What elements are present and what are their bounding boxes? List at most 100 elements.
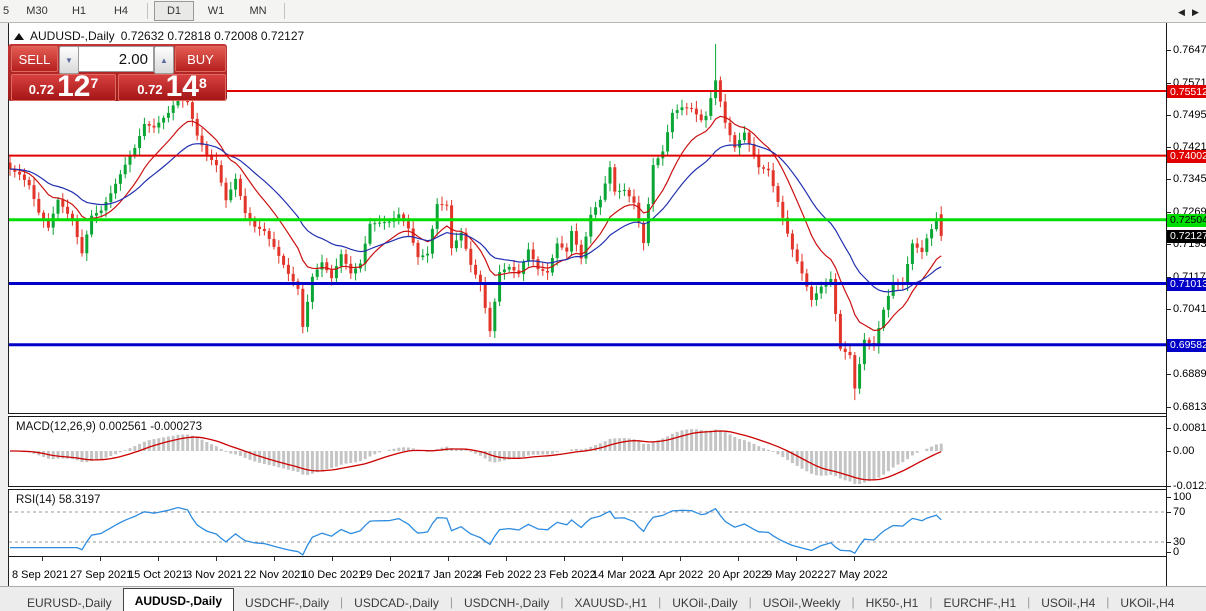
tab-scroll-right-icon[interactable]: ▶ [1189, 5, 1202, 20]
tab-hk50-h1[interactable]: HK50-,H1 [855, 593, 930, 611]
price-level-box: 0.74002 [1167, 150, 1206, 163]
toolbar-separator [147, 3, 148, 19]
rsi-indicator-chart[interactable] [9, 490, 1166, 556]
date-tick [738, 557, 739, 561]
price-tick [1167, 374, 1171, 375]
price-tick [1167, 179, 1171, 180]
buy-price-big: 14 [166, 74, 199, 100]
tab-usdchf-daily[interactable]: USDCHF-,Daily [234, 593, 340, 611]
tab-ukoil-h4[interactable]: UKOil-,H4 [1109, 593, 1185, 611]
buy-price-display[interactable]: 0.72 14 8 [118, 74, 226, 101]
timeframe-button-h4[interactable]: H4 [101, 1, 141, 21]
price-tick-label: 0.74950 [1173, 109, 1206, 121]
date-axis[interactable]: 8 Sep 202127 Sep 202115 Oct 20213 Nov 20… [9, 557, 1166, 586]
date-label: 22 Nov 2021 [244, 569, 306, 581]
date-tick [332, 557, 333, 561]
tab-eurusd-daily[interactable]: EURUSD-,Daily [16, 593, 123, 611]
macd-tick [1167, 451, 1171, 452]
price-tick [1167, 147, 1171, 148]
sell-price-base: 0.72 [29, 82, 54, 97]
rsi-tick-label: 70 [1173, 506, 1185, 518]
timeframe-button-d1[interactable]: D1 [154, 1, 194, 21]
date-tick [854, 557, 855, 561]
chart-ohlc-values: 0.72632 0.72818 0.72008 0.72127 [121, 29, 305, 43]
price-tick-label: 0.68890 [1173, 368, 1206, 380]
date-tick [216, 557, 217, 561]
macd-tick [1167, 486, 1171, 487]
tab-usoil-weekly[interactable]: USOil-,Weekly [752, 593, 852, 611]
price-level-box: 0.72127 [1167, 230, 1206, 243]
date-label: 3 Nov 2021 [186, 569, 242, 581]
date-label: 29 Dec 2021 [360, 569, 422, 581]
rsi-tick [1167, 497, 1171, 498]
macd-label: MACD(12,26,9) 0.002561 -0.000273 [16, 421, 202, 433]
tab-audusd-daily[interactable]: AUDUSD-,Daily [123, 588, 234, 611]
symbol-tab-bar: EURUSD-,DailyAUDUSD-,DailyUSDCHF-,Daily|… [0, 586, 1206, 611]
timeframe-button-h1[interactable]: H1 [59, 1, 99, 21]
date-tick [274, 557, 275, 561]
rsi-tick-label: 0 [1173, 546, 1179, 558]
date-tick [796, 557, 797, 561]
tab-xauusd-h1[interactable]: XAUUSD-,H1 [563, 593, 658, 611]
volume-input[interactable] [78, 46, 154, 72]
price-tick [1167, 212, 1171, 213]
date-label: 27 May 2022 [824, 569, 888, 581]
tab-usdcad-daily[interactable]: USDCAD-,Daily [343, 593, 450, 611]
price-tick-label: 0.76470 [1173, 44, 1206, 56]
tab-scroll-left-icon[interactable]: ◀ [1175, 5, 1188, 20]
price-tick [1167, 115, 1171, 116]
date-label: 23 Feb 2022 [534, 569, 596, 581]
price-tick [1167, 407, 1171, 408]
price-tick-label: 0.68130 [1173, 401, 1206, 413]
sell-price-display[interactable]: 0.72 12 7 [11, 74, 116, 101]
trading-terminal-window: 5M30H1H4 D1W1MN AUDUSD-,Daily 0.72632 0.7… [0, 0, 1206, 611]
sell-price-big: 12 [57, 74, 90, 100]
price-tick [1167, 244, 1171, 245]
date-label: 27 Sep 2021 [70, 569, 132, 581]
price-level-box: 0.69582 [1167, 339, 1206, 352]
one-click-trade-panel: SELL ▼ ▲ BUY 0.72 12 7 0.72 14 8 [8, 44, 227, 101]
price-tick-label: 0.73450 [1173, 173, 1206, 185]
tab-usoil-h4[interactable]: USOil-,H4 [1030, 593, 1106, 611]
rsi-tick [1167, 552, 1171, 553]
date-label: 10 Dec 2021 [302, 569, 364, 581]
buy-price-sup: 8 [199, 75, 207, 91]
date-label: 20 Apr 2022 [708, 569, 767, 581]
chart-symbol-label: AUDUSD-,Daily [30, 29, 115, 43]
symbol-triangle-icon [14, 33, 24, 40]
timeframe-button-m30[interactable]: M30 [17, 1, 57, 21]
timeframe-button-mn[interactable]: MN [238, 1, 278, 21]
timeframe-button-5[interactable]: 5 [0, 1, 15, 21]
date-tick [158, 557, 159, 561]
toolbar-separator [284, 3, 285, 19]
sell-price-sup: 7 [90, 75, 98, 91]
timeframe-button-w1[interactable]: W1 [196, 1, 236, 21]
tab-ukoil-daily[interactable]: UKOil-,Daily [661, 593, 748, 611]
price-tick [1167, 83, 1171, 84]
macd-tick [1167, 428, 1171, 429]
rsi-tick-label: 100 [1173, 491, 1191, 503]
price-axis[interactable]: 0.764700.757100.749500.742100.734500.726… [1167, 23, 1206, 586]
price-level-box: 0.75512 [1167, 85, 1206, 98]
date-label: 4 Feb 2022 [476, 569, 532, 581]
rsi-label: RSI(14) 58.3197 [16, 494, 100, 506]
date-label: 9 May 2022 [766, 569, 823, 581]
date-tick [622, 557, 623, 561]
rsi-tick [1167, 512, 1171, 513]
price-tick [1167, 309, 1171, 310]
date-label: 15 Oct 2021 [128, 569, 188, 581]
macd-tick-label: 0.008197 [1173, 422, 1206, 434]
sell-button[interactable]: SELL [11, 46, 58, 72]
date-tick [390, 557, 391, 561]
date-tick [564, 557, 565, 561]
macd-tick-label: 0.00 [1173, 445, 1194, 457]
date-tick [506, 557, 507, 561]
date-tick [42, 557, 43, 561]
chart-header: AUDUSD-,Daily 0.72632 0.72818 0.72008 0.… [14, 29, 304, 43]
price-tick [1167, 50, 1171, 51]
date-label: 14 Mar 2022 [592, 569, 654, 581]
buy-button[interactable]: BUY [175, 46, 226, 72]
tab-usdcnh-daily[interactable]: USDCNH-,Daily [453, 593, 560, 611]
price-level-box: 0.72504 [1167, 214, 1206, 227]
tab-eurchf-h1[interactable]: EURCHF-,H1 [932, 593, 1027, 611]
